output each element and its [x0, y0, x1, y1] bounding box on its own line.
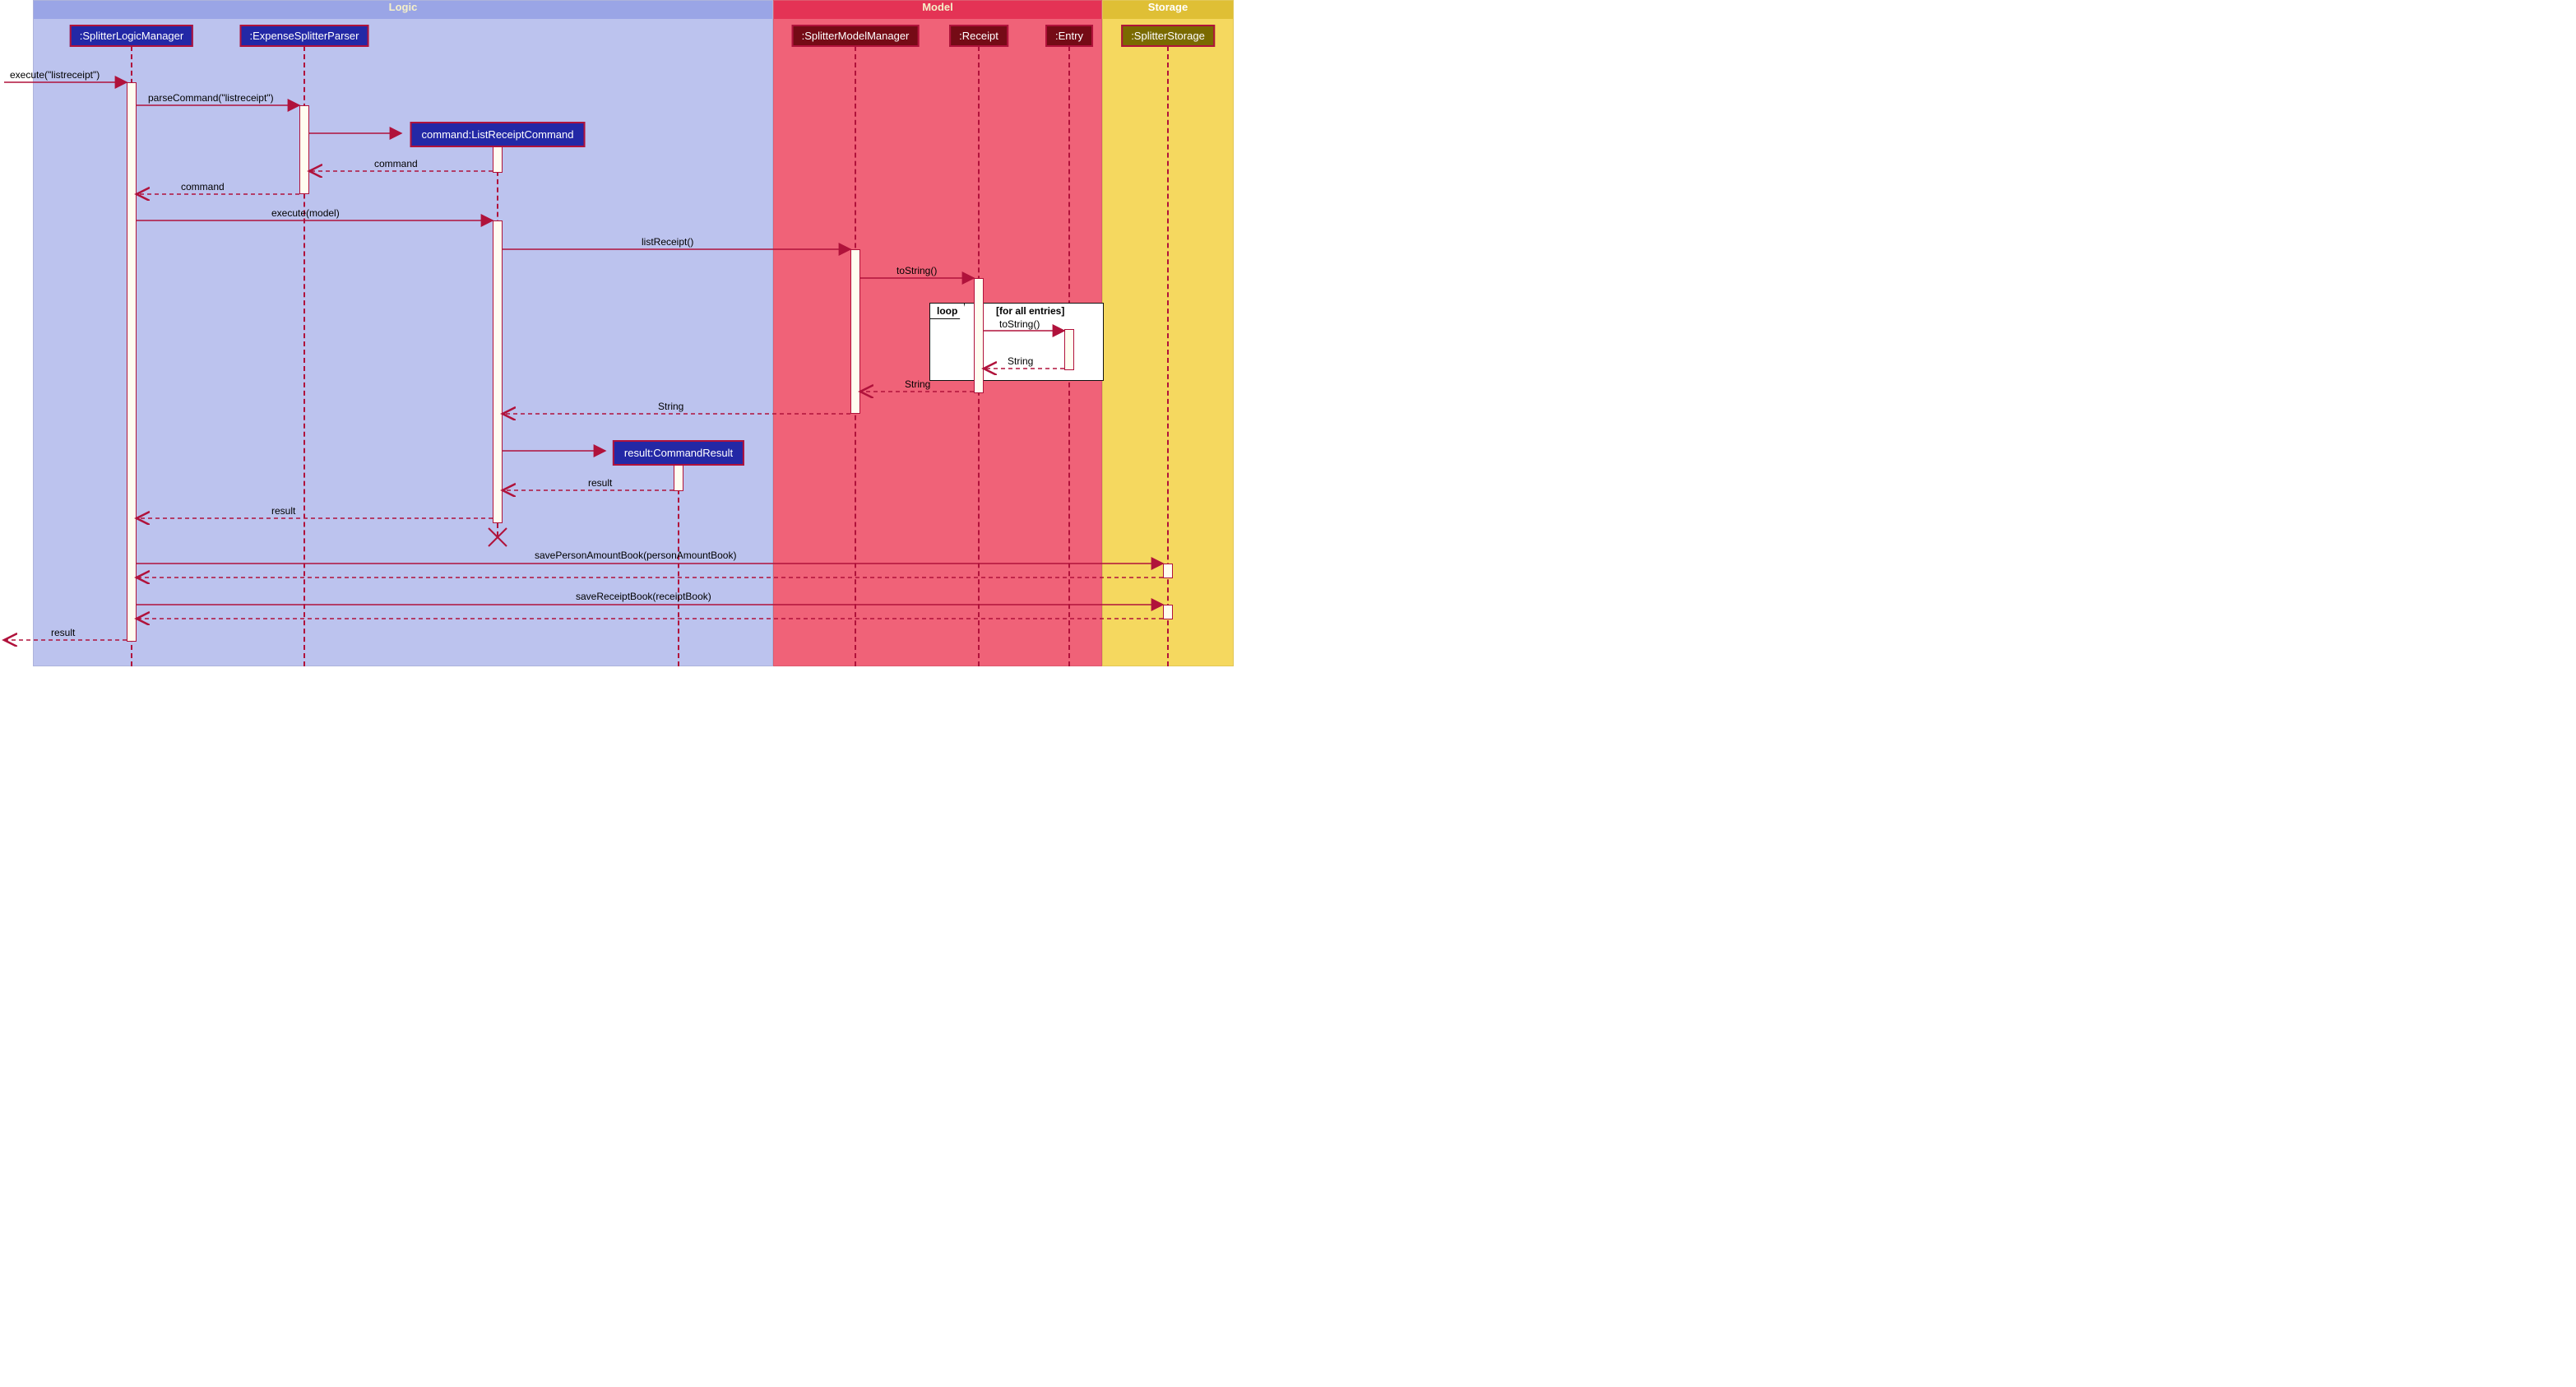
activation-receipt-overlay: [974, 278, 984, 393]
region-model-title: Model: [774, 1, 1101, 19]
participant-entry: :Entry: [1045, 25, 1093, 47]
activation-storage-2: [1163, 605, 1173, 619]
msg-ret-result-2: result: [271, 505, 295, 517]
activation-result-ctor: [674, 465, 683, 491]
msg-ret-result-1: result: [588, 477, 612, 489]
msg-ret-string-3: String: [658, 401, 683, 412]
msg-parse-command: parseCommand("listreceipt"): [148, 92, 274, 104]
participant-logic-manager: :SplitterLogicManager: [70, 25, 193, 47]
participant-parser: :ExpenseSplitterParser: [240, 25, 369, 47]
msg-list-receipt: listReceipt(): [642, 236, 693, 248]
activation-parser: [299, 105, 309, 194]
loop-frame: loop [for all entries]: [929, 303, 1104, 381]
activation-entry-overlay: [1064, 329, 1074, 370]
msg-save-receipt: saveReceiptBook(receiptBook): [576, 591, 711, 602]
activation-logic-manager: [127, 82, 137, 642]
msg-ret-string-1: String: [1008, 355, 1033, 367]
participant-storage: :SplitterStorage: [1121, 25, 1215, 47]
msg-to-string-2: toString(): [999, 318, 1040, 330]
msg-final-result: result: [51, 627, 75, 638]
activation-storage-1: [1163, 564, 1173, 578]
activation-command-exec: [493, 220, 503, 523]
msg-save-person: savePersonAmountBook(personAmountBook): [535, 550, 736, 561]
msg-ret-string-2: String: [905, 378, 930, 390]
participant-receipt: :Receipt: [949, 25, 1008, 47]
loop-tag: loop: [930, 304, 965, 319]
region-logic: Logic: [33, 0, 773, 666]
region-storage-title: Storage: [1103, 1, 1233, 19]
sequence-diagram: Logic Model Storage :SplitterLogicManage…: [0, 0, 1234, 666]
activation-command-ctor: [493, 146, 503, 173]
participant-model-manager: :SplitterModelManager: [792, 25, 920, 47]
lifeline-result: [678, 465, 679, 666]
loop-condition: [for all entries]: [996, 305, 1064, 317]
msg-ret-command-1: command: [374, 158, 418, 169]
msg-ret-command-2: command: [181, 181, 225, 193]
msg-execute-init: execute("listreceipt"): [10, 69, 100, 81]
object-command-result: result:CommandResult: [613, 440, 744, 466]
object-list-receipt-command: command:ListReceiptCommand: [410, 122, 586, 147]
region-logic-title: Logic: [34, 1, 772, 19]
msg-execute-model: execute(model): [271, 207, 340, 219]
msg-to-string-1: toString(): [897, 265, 937, 276]
activation-model-manager: [850, 249, 860, 414]
